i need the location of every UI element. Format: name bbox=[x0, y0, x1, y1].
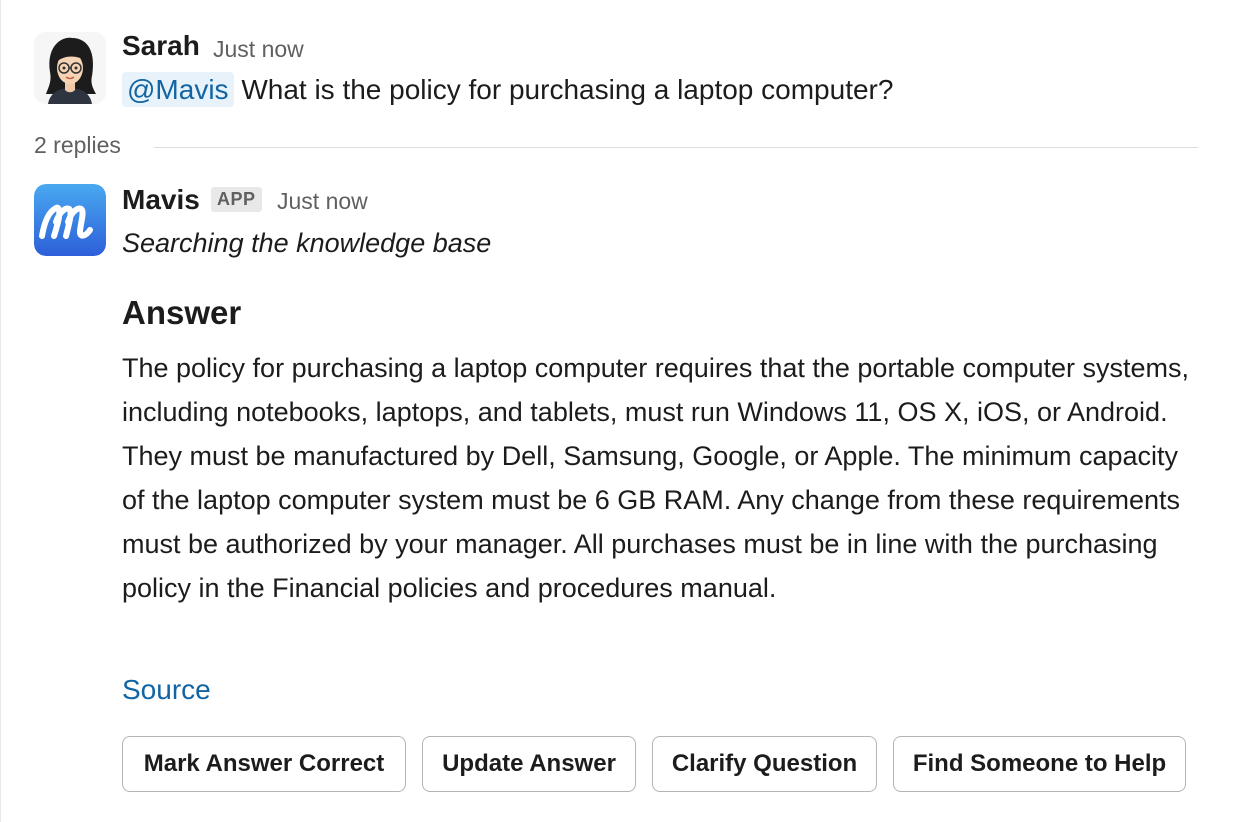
find-someone-to-help-button[interactable]: Find Someone to Help bbox=[893, 736, 1186, 792]
message-timestamp[interactable]: Just now bbox=[213, 36, 304, 63]
replies-divider-row: 2 replies bbox=[34, 132, 1198, 162]
sender-name[interactable]: Sarah bbox=[122, 30, 200, 62]
source-link[interactable]: Source bbox=[122, 674, 211, 706]
divider-line bbox=[154, 147, 1198, 148]
mavis-app-logo-icon[interactable] bbox=[34, 184, 106, 256]
sender-name[interactable]: Mavis bbox=[122, 184, 200, 216]
app-badge: APP bbox=[211, 187, 262, 212]
mark-answer-correct-button[interactable]: Mark Answer Correct bbox=[122, 736, 406, 792]
clarify-question-button[interactable]: Clarify Question bbox=[652, 736, 877, 792]
user-avatar-icon[interactable] bbox=[34, 32, 106, 104]
message-timestamp[interactable]: Just now bbox=[277, 188, 368, 215]
answer-heading: Answer bbox=[122, 294, 242, 331]
replies-count[interactable]: 2 replies bbox=[34, 132, 121, 159]
update-answer-button[interactable]: Update Answer bbox=[422, 736, 636, 792]
search-status-text: Searching the knowledge base bbox=[122, 228, 492, 258]
answer-text: The policy for purchasing a laptop compu… bbox=[122, 353, 1190, 603]
thread-left-border bbox=[0, 0, 1, 822]
user-mention[interactable]: @Mavis bbox=[122, 72, 234, 107]
message-text: @Mavis What is the policy for purchasing… bbox=[122, 72, 894, 107]
question-text: What is the policy for purchasing a lapt… bbox=[233, 74, 894, 105]
